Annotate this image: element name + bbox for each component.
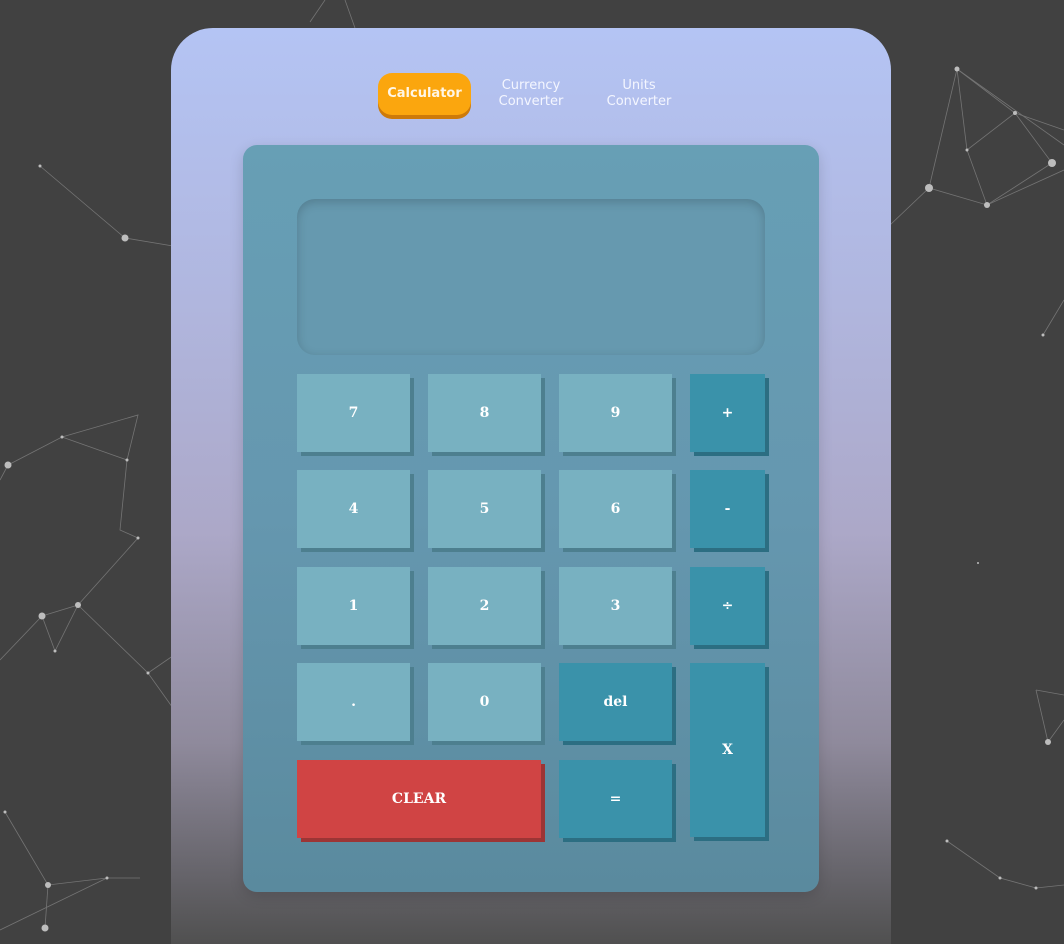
key-equals[interactable]: = xyxy=(559,760,672,838)
tab-units-converter-label: Units Converter xyxy=(607,78,672,110)
key-0[interactable]: 0 xyxy=(428,663,541,741)
tab-currency-line2: Converter xyxy=(498,94,564,109)
tab-units-converter[interactable]: Units Converter xyxy=(595,73,683,115)
key-6[interactable]: 6 xyxy=(559,470,672,548)
calculator-display xyxy=(297,199,765,355)
tab-currency-converter[interactable]: Currency Converter xyxy=(485,73,577,115)
key-minus[interactable]: - xyxy=(690,470,765,548)
tab-units-line2: Converter xyxy=(606,94,672,109)
key-delete[interactable]: del xyxy=(559,663,672,741)
key-8[interactable]: 8 xyxy=(428,374,541,452)
key-7[interactable]: 7 xyxy=(297,374,410,452)
key-3[interactable]: 3 xyxy=(559,567,672,645)
tab-units-line1: Units xyxy=(622,78,656,93)
key-multiply[interactable]: X xyxy=(690,663,765,837)
key-9[interactable]: 9 xyxy=(559,374,672,452)
key-clear[interactable]: CLEAR xyxy=(297,760,541,838)
key-4[interactable]: 4 xyxy=(297,470,410,548)
tab-calculator-label: Calculator xyxy=(387,86,462,101)
key-dot[interactable]: . xyxy=(297,663,410,741)
key-1[interactable]: 1 xyxy=(297,567,410,645)
tab-calculator[interactable]: Calculator xyxy=(378,73,471,115)
key-plus[interactable]: + xyxy=(690,374,765,452)
tab-currency-line1: Currency xyxy=(501,78,561,93)
key-divide[interactable]: ÷ xyxy=(690,567,765,645)
key-5[interactable]: 5 xyxy=(428,470,541,548)
key-2[interactable]: 2 xyxy=(428,567,541,645)
tab-bar: Calculator Currency Converter Units Conv… xyxy=(378,73,698,119)
tab-currency-converter-label: Currency Converter xyxy=(499,78,564,110)
